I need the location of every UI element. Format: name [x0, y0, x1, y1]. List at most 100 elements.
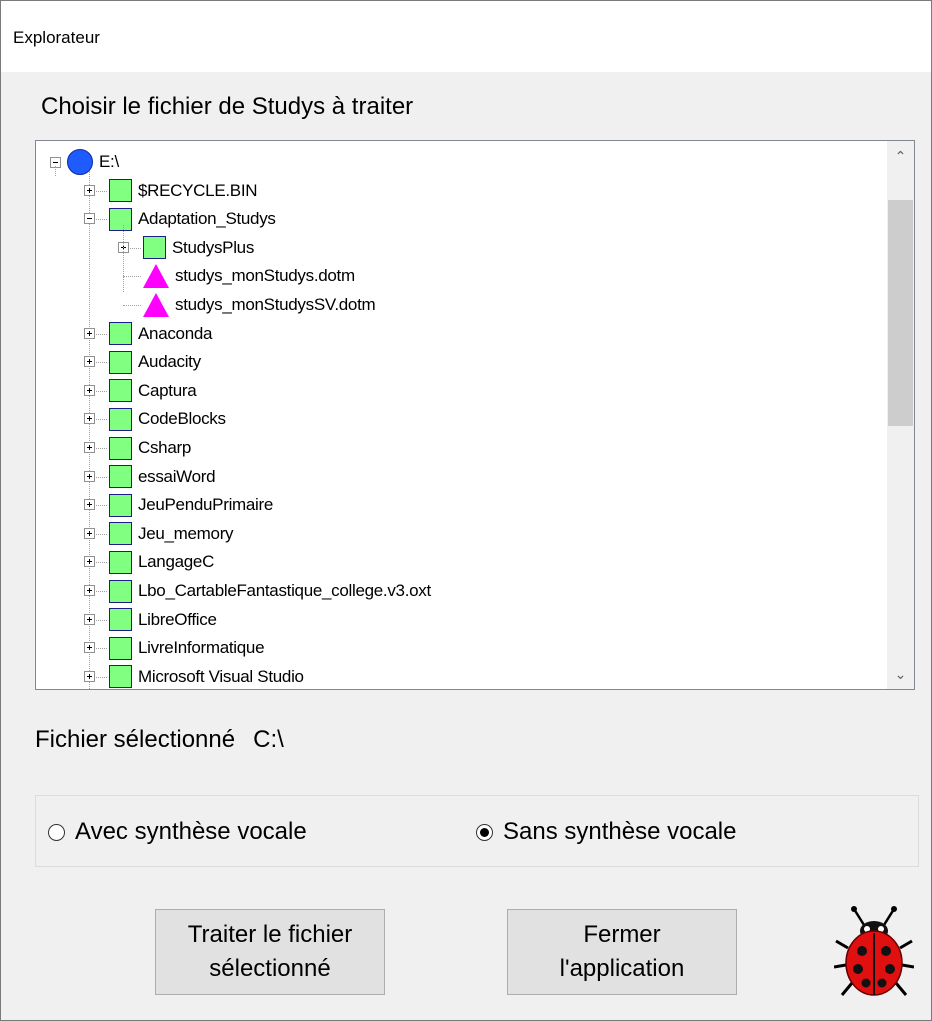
tree-node-label: LivreInformatique: [138, 638, 265, 658]
tree-node-folder[interactable]: Adaptation_Studys: [109, 205, 276, 233]
collapse-icon[interactable]: [84, 213, 95, 225]
tree-node-folder[interactable]: Jeu_memory: [109, 520, 234, 548]
radio-button-icon[interactable]: [476, 823, 493, 841]
tree-node-file[interactable]: studys_monStudysSV.dotm: [143, 291, 376, 319]
tree-node-folder[interactable]: LivreInformatique: [109, 634, 265, 662]
tree-node-label: Microsoft Visual Studio: [138, 666, 304, 686]
expand-icon[interactable]: [84, 327, 95, 339]
expand-icon[interactable]: [84, 642, 95, 654]
radio-without-voice-label: Sans synthèse vocale: [503, 818, 737, 845]
tree-node-label: JeuPenduPrimaire: [138, 495, 274, 515]
close-app-button[interactable]: Fermer l'application: [507, 909, 737, 995]
tree-node-label: Jeu_memory: [138, 523, 234, 543]
tree-node-label: E:\: [99, 152, 119, 171]
tree-node-label: Captura: [138, 380, 197, 400]
tree-node-folder[interactable]: Microsoft Visual Studio: [109, 663, 304, 689]
expand-icon[interactable]: [84, 527, 95, 539]
folder-icon: [109, 579, 132, 603]
folder-icon: [109, 608, 132, 632]
radio-button-icon[interactable]: [48, 823, 65, 841]
tree-connector: [55, 166, 56, 176]
tree-node-file[interactable]: studys_monStudys.dotm: [143, 262, 355, 290]
expand-icon[interactable]: [84, 613, 95, 625]
folder-icon: [109, 436, 132, 460]
tree-node-label: $RECYCLE.BIN: [138, 180, 258, 200]
folder-icon: [109, 550, 132, 574]
folder-icon: [109, 350, 132, 374]
tree-connector: [123, 305, 141, 306]
app-window: Explorateur Choisir le fichier de Studys…: [0, 0, 932, 1021]
scroll-down-arrow-icon[interactable]: ⌄: [887, 659, 914, 689]
document-icon: [143, 264, 169, 289]
tree-content: E:\ $RECYCLE.BIN Adaptation_Studys StudysP…: [36, 141, 888, 689]
tree-node-folder[interactable]: LangageC: [109, 548, 214, 576]
tree-node-label: Anaconda: [138, 323, 213, 343]
folder-icon: [109, 379, 132, 403]
expand-icon[interactable]: [84, 442, 95, 453]
radio-with-voice[interactable]: Avec synthèse vocale: [48, 818, 307, 846]
tree-node-label: Lbo_CartableFantastique_college.v3.oxt: [138, 581, 431, 600]
voice-option-group: Avec synthèse vocale Sans synthèse vocal…: [35, 795, 919, 867]
tree-node-folder[interactable]: Lbo_CartableFantastique_college.v3.oxt: [109, 577, 431, 605]
expand-icon[interactable]: [84, 384, 95, 396]
expand-icon[interactable]: [84, 556, 95, 568]
tree-node-label: CodeBlocks: [138, 409, 226, 429]
file-tree[interactable]: E:\ $RECYCLE.BIN Adaptation_Studys StudysP…: [35, 140, 915, 690]
folder-icon: [109, 322, 132, 346]
tree-node-folder[interactable]: Audacity: [109, 348, 201, 376]
selected-file-label: Fichier sélectionné: [35, 726, 236, 753]
expand-icon[interactable]: [84, 184, 95, 196]
expand-icon[interactable]: [84, 470, 95, 482]
folder-icon: [109, 522, 132, 546]
tree-node-folder[interactable]: $RECYCLE.BIN: [109, 177, 258, 205]
tree-node-folder[interactable]: StudysPlus: [143, 234, 254, 262]
expand-icon[interactable]: [84, 670, 95, 682]
radio-without-voice[interactable]: Sans synthèse vocale: [476, 818, 736, 846]
tree-node-folder[interactable]: CodeBlocks: [109, 405, 226, 433]
tree-node-folder[interactable]: Csharp: [109, 434, 191, 462]
folder-icon: [109, 207, 132, 231]
process-button-line2: sélectionné: [209, 955, 331, 982]
tree-node-label: Audacity: [138, 352, 201, 372]
vertical-scrollbar[interactable]: ⌃ ⌄: [887, 141, 914, 689]
title-bar: Explorateur: [1, 0, 931, 72]
tree-node-folder[interactable]: JeuPenduPrimaire: [109, 491, 273, 519]
folder-icon: [143, 236, 166, 260]
folder-icon: [109, 407, 132, 431]
selected-file-line: Fichier sélectionné C:\: [35, 726, 284, 754]
tree-node-label: Csharp: [138, 438, 192, 457]
expand-icon[interactable]: [84, 413, 95, 425]
window-title: Explorateur: [13, 28, 100, 47]
tree-connector: [89, 171, 90, 689]
tree-connector: [123, 225, 124, 293]
ladybug-icon: [834, 906, 914, 996]
tree-node-folder[interactable]: Captura: [109, 377, 197, 405]
tree-node-label: Adaptation_Studys: [138, 209, 276, 229]
tree-connector: [123, 276, 141, 278]
process-button-line1: Traiter le fichier: [187, 921, 353, 948]
page-heading: Choisir le fichier de Studys à traiter: [41, 93, 414, 120]
tree-node-root[interactable]: E:\: [50, 148, 119, 176]
close-button-line2: l'application: [559, 955, 685, 982]
scroll-up-arrow-icon[interactable]: ⌃: [887, 141, 914, 171]
folder-icon: [109, 636, 132, 660]
expand-icon[interactable]: [84, 585, 95, 596]
radio-with-voice-label: Avec synthèse vocale: [75, 818, 307, 845]
tree-node-label: LangageC: [138, 552, 215, 572]
tree-node-label: studys_monStudys.dotm: [175, 266, 355, 286]
tree-node-label: studys_monStudysSV.dotm: [175, 295, 376, 314]
tree-node-folder[interactable]: essaiWord: [109, 463, 216, 491]
tree-node-folder[interactable]: LibreOffice: [109, 606, 217, 634]
process-file-button[interactable]: Traiter le fichier sélectionné: [155, 909, 385, 995]
close-button-line1: Fermer: [583, 921, 661, 948]
folder-icon: [109, 665, 132, 689]
scroll-thumb[interactable]: [888, 200, 913, 426]
folder-icon: [109, 493, 132, 517]
tree-node-folder[interactable]: Anaconda: [109, 320, 212, 348]
expand-icon[interactable]: [84, 356, 95, 368]
folder-icon: [109, 465, 132, 489]
selected-file-value: C:\: [253, 726, 284, 753]
expand-icon[interactable]: [84, 499, 95, 511]
tree-node-label: LibreOffice: [138, 609, 217, 629]
document-icon: [143, 293, 169, 317]
